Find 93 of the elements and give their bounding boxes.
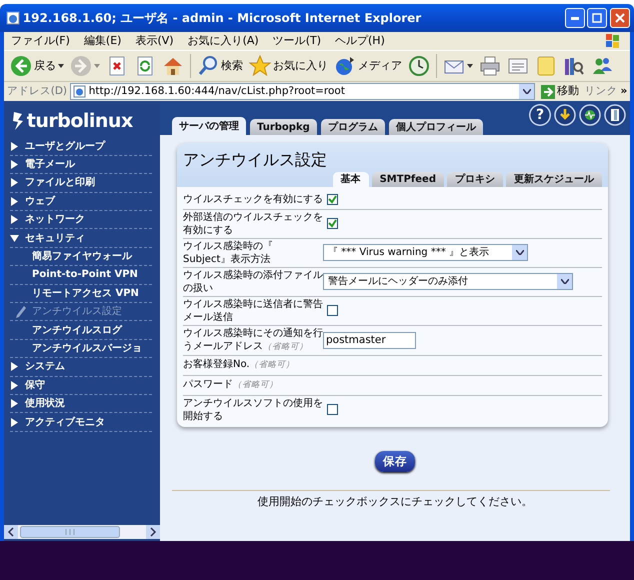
minimize-button[interactable]: [564, 8, 584, 28]
tab[interactable]: 基本: [332, 172, 369, 187]
field-label: ウイルス感染時の添付ファイルの扱い: [183, 268, 323, 295]
address-field[interactable]: http://192.168.1.60:444/nav/cList.php?root=root: [70, 83, 536, 100]
links-label[interactable]: リンク: [584, 84, 618, 100]
caret-icon: [466, 64, 473, 68]
windows-logo-icon: [604, 33, 622, 49]
favorites-button[interactable]: お気に入り: [246, 55, 331, 77]
input-field[interactable]: postmaster: [323, 332, 416, 349]
sidebar-item[interactable]: ネットワーク: [10, 211, 152, 230]
field-label: ウイルスチェックを有効にする: [183, 192, 323, 206]
submenu-item[interactable]: リモートアクセス VPN: [10, 284, 152, 304]
pulse-icon[interactable]: [579, 104, 601, 126]
download-icon[interactable]: [554, 104, 576, 126]
browser-icon: [6, 11, 20, 25]
caret-icon: [58, 64, 64, 68]
go-button[interactable]: 移動: [538, 83, 582, 100]
scroll-left-icon: [4, 525, 18, 539]
submenu-item[interactable]: 簡易ファイヤウォール: [10, 248, 152, 266]
menu-item[interactable]: ヘルプ(H): [328, 32, 392, 50]
sidebar-item[interactable]: セキュリティ: [10, 229, 152, 248]
globe-icon: [334, 55, 356, 77]
dropdown[interactable]: 警告メールにヘッダーのみ添付: [323, 273, 573, 290]
checkmark-icon: [328, 194, 337, 204]
submenu-item[interactable]: アンチウイルスバージョ: [10, 340, 152, 358]
scrollbar[interactable]: [4, 525, 160, 539]
clock-icon: [408, 55, 430, 77]
menu-item[interactable]: お気に入り(A): [180, 32, 266, 50]
address-label: アドレス(D): [6, 84, 68, 99]
scroll-right-icon: [146, 525, 160, 539]
printer-icon: [478, 55, 501, 77]
submenu-item[interactable]: アンチウイルスログ: [10, 321, 152, 340]
maximize-icon: [592, 13, 602, 23]
more-chevron[interactable]: »: [620, 84, 628, 100]
checkbox[interactable]: [327, 305, 338, 316]
checkbox[interactable]: [327, 404, 338, 416]
media-button[interactable]: メディア: [330, 55, 405, 77]
submenu-item[interactable]: アンチウイルス設定: [10, 303, 152, 322]
tab[interactable]: 更新スケジュール: [506, 172, 602, 187]
bolt-icon: [12, 111, 24, 132]
message-text: 使用開始のチェックボックスにチェックしてください。: [258, 494, 532, 508]
sidebar-item[interactable]: 電子メール: [10, 156, 152, 174]
field-label: ウイルス感染時の『 Subject』表示方法: [183, 240, 274, 266]
people-icon: [590, 55, 613, 77]
page-icon: [72, 85, 86, 98]
tab[interactable]: Turbopkg: [250, 119, 317, 135]
close-button[interactable]: [610, 8, 630, 28]
checkbox[interactable]: [327, 194, 338, 205]
caret-icon: [94, 64, 100, 68]
back-button[interactable]: 戻る: [6, 55, 67, 77]
save-button[interactable]: 保存: [375, 450, 415, 472]
menu-item[interactable]: ファイル(F): [4, 32, 77, 50]
tab[interactable]: プロキシ: [447, 172, 503, 187]
help-button[interactable]: ?: [529, 104, 551, 126]
field-label: ウイルス感染時に送信者に警告メール送信: [183, 298, 323, 324]
checkmark-icon: [328, 219, 337, 228]
sidebar-item[interactable]: ユーザとグループ: [10, 138, 152, 156]
search-icon: [196, 55, 219, 77]
sidebar-item[interactable]: システム: [10, 358, 152, 377]
window-title: 192.168.1.60; ユーザ名 - admin - Microsoft Internet Explorer: [22, 10, 422, 27]
menu-item[interactable]: 表示(V): [128, 32, 181, 50]
menu-item[interactable]: 編集(E): [76, 32, 128, 50]
field-label: お客様登録No.（省略可）: [183, 358, 296, 372]
panel-title: アンチウイルス設定: [183, 149, 328, 171]
maximize-button[interactable]: [587, 8, 608, 28]
field-label: パスワード（省略可）: [183, 378, 279, 392]
minimize-icon: [570, 16, 578, 20]
tab[interactable]: SMTPfeed: [372, 172, 444, 187]
arrow-icon: [540, 84, 555, 98]
tab[interactable]: サーバの管理: [172, 117, 246, 135]
search-button[interactable]: 検索: [194, 55, 246, 77]
door-icon[interactable]: [604, 104, 626, 126]
note-icon: [534, 55, 557, 77]
sidebar-item[interactable]: ファイルと印刷: [10, 174, 152, 193]
tab[interactable]: プログラム: [320, 119, 385, 135]
star-icon: [248, 55, 271, 77]
field-label: ウイルス感染時にその通知を行うメールアドレス（省略可）: [183, 326, 323, 354]
checkbox[interactable]: [327, 218, 338, 230]
tab[interactable]: 個人プロフィール: [388, 119, 483, 135]
house-icon: [162, 55, 184, 77]
close-icon: [615, 13, 625, 23]
sidebar-item[interactable]: ウェブ: [10, 192, 152, 212]
sidebar-item[interactable]: アクティブモニタ: [10, 413, 152, 432]
logo-text: turbolinux: [26, 109, 133, 134]
dropdown[interactable]: 『 *** Virus warning *** 』と表示: [323, 244, 528, 262]
pencil-icon: [16, 306, 26, 318]
books-icon: [562, 55, 585, 77]
submenu-item[interactable]: Point-to-Point VPN: [10, 266, 152, 285]
field-label: アンチウイルスソフトの使用を開始する: [183, 396, 323, 423]
sidebar-item[interactable]: 保守: [10, 376, 152, 395]
menu-item[interactable]: ツール(T): [266, 32, 328, 50]
sidebar-item[interactable]: 使用状況: [10, 394, 152, 414]
field-label: 外部送信のウイルスチェックを有効にする: [183, 210, 323, 237]
